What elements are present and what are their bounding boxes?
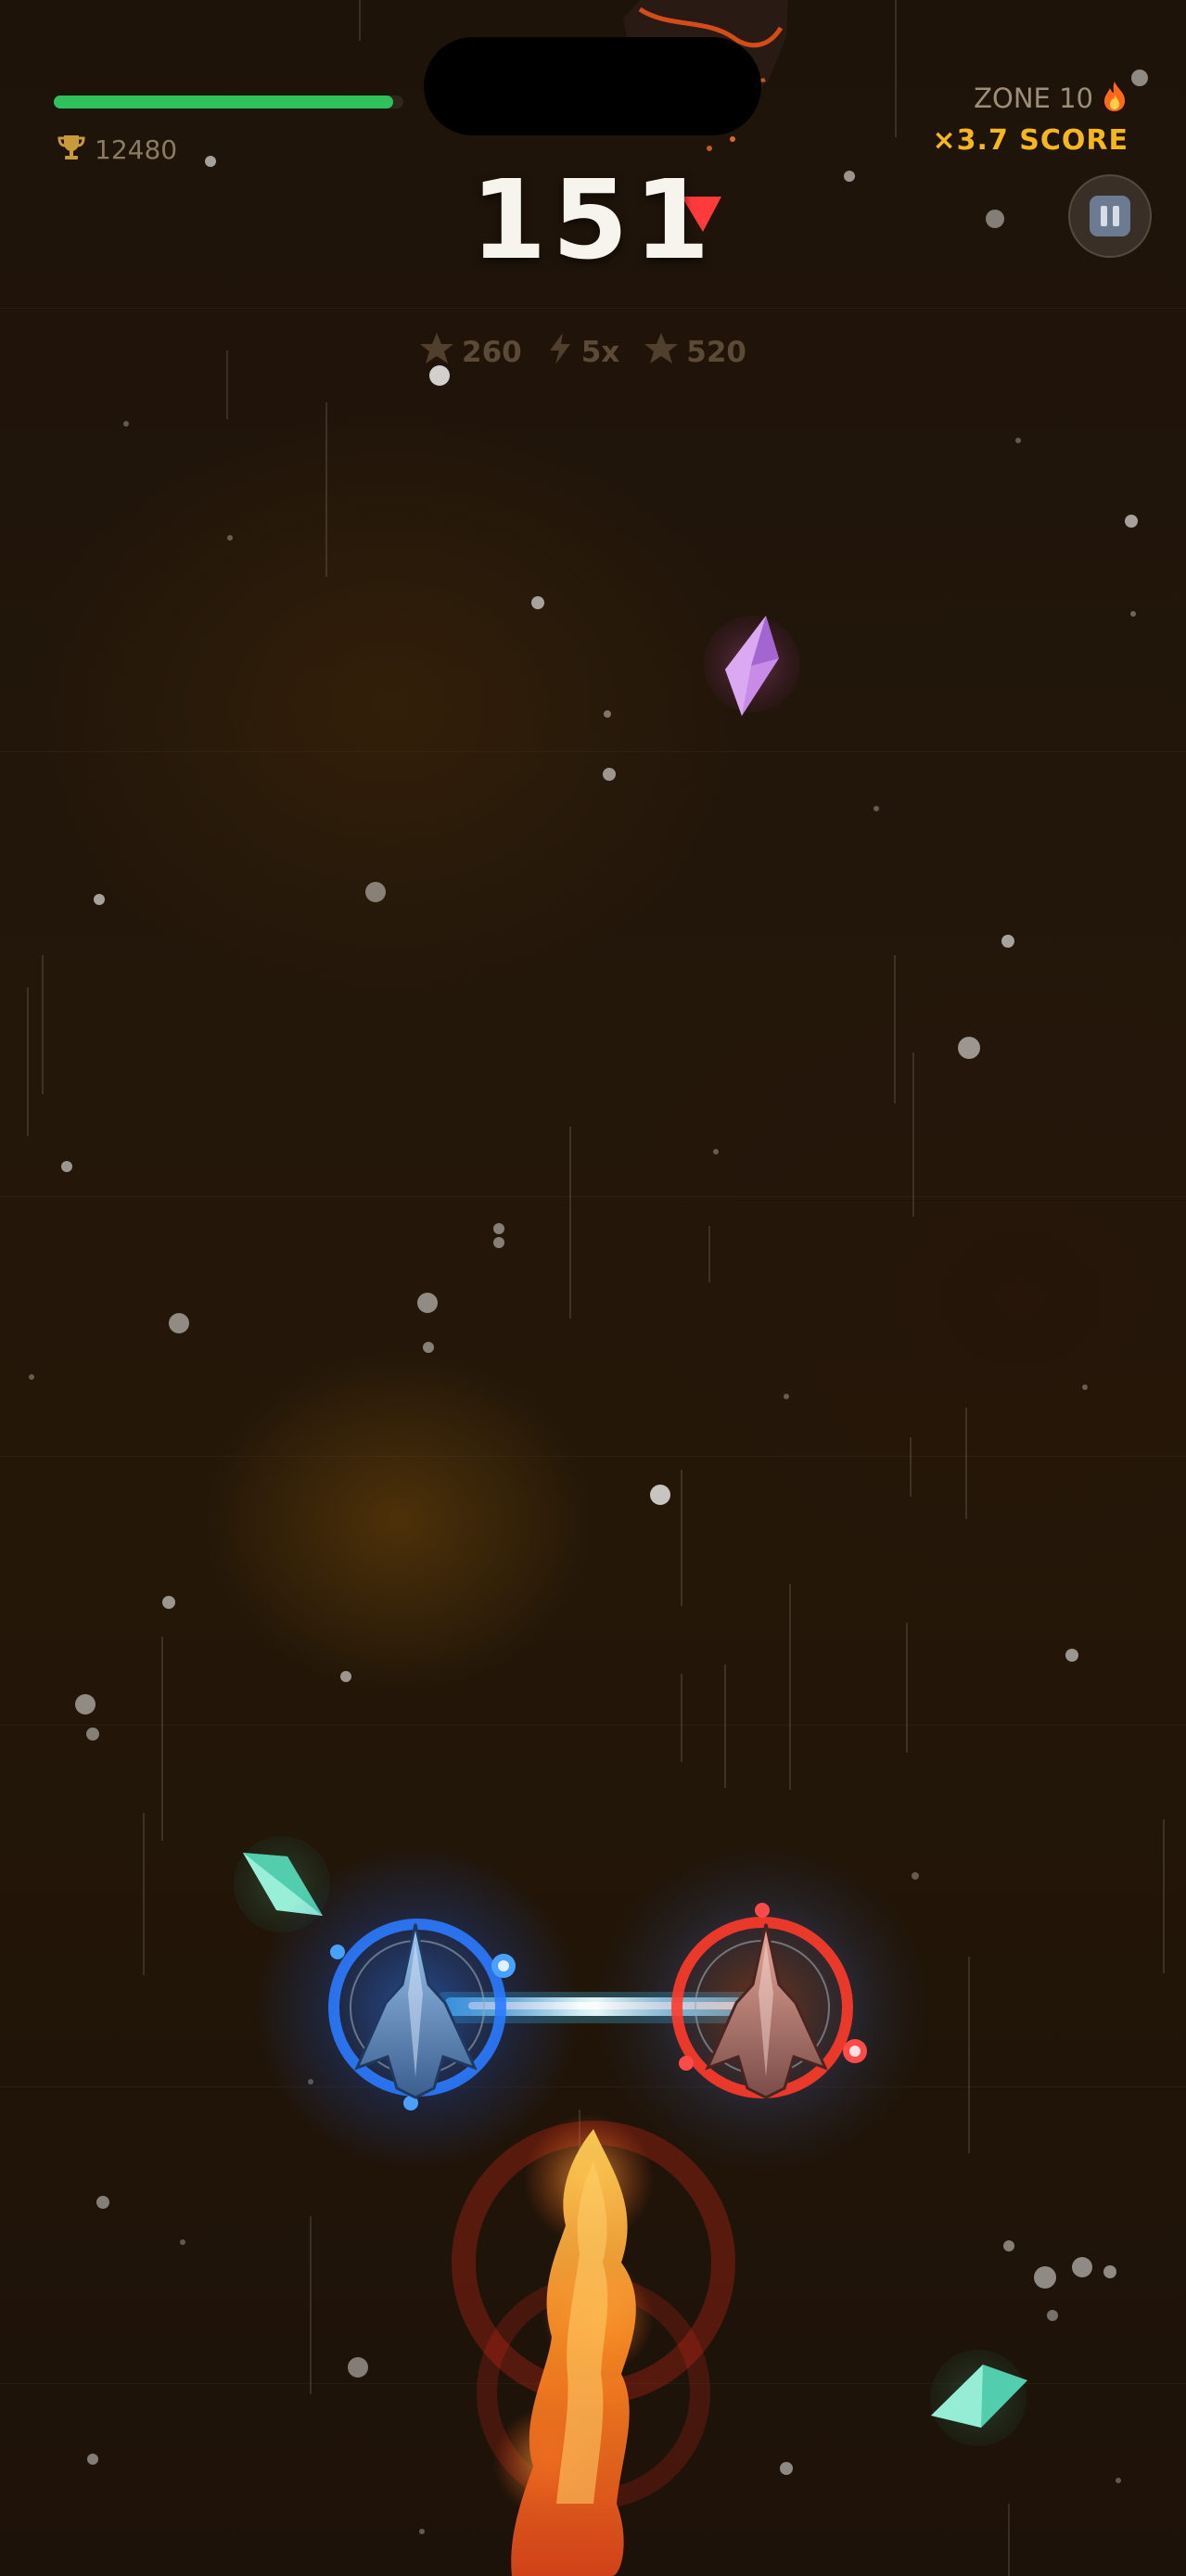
lightning-icon: [546, 332, 574, 373]
stat-item: 260: [419, 332, 522, 373]
player-ship-blue[interactable]: [255, 1845, 580, 2170]
health-bar: [54, 96, 403, 108]
space-background: [27, 0, 1165, 2576]
stat-value: 520: [686, 336, 747, 369]
game-field[interactable]: 12480 ZONE 10 ×3.7 SCORE 151 260 5x 520: [0, 0, 1186, 2576]
stat-value: 260: [462, 336, 522, 369]
current-score: 151: [470, 156, 716, 284]
zone-label: ZONE 10: [974, 83, 1093, 114]
stat-item: 5x: [546, 332, 620, 373]
run-stats: 260 5x 520: [419, 332, 771, 373]
flame-icon: [1101, 80, 1129, 117]
teal-gem-right: [930, 2350, 1027, 2446]
health-bar-fill: [54, 96, 393, 108]
player-ship-red[interactable]: [595, 1841, 929, 2174]
score-multiplier: ×3.7 SCORE: [932, 124, 1129, 157]
zone-indicator: ZONE 10: [974, 80, 1129, 117]
camera-notch: [424, 37, 761, 135]
pause-button[interactable]: [1068, 174, 1152, 258]
fire-stream: [452, 2114, 735, 2576]
stat-item: 520: [644, 332, 746, 373]
star-icon: [644, 332, 679, 373]
pause-icon: [1090, 196, 1130, 236]
purple-gem: [704, 616, 800, 716]
stat-value: 5x: [580, 336, 620, 369]
star-icon: [419, 332, 454, 373]
